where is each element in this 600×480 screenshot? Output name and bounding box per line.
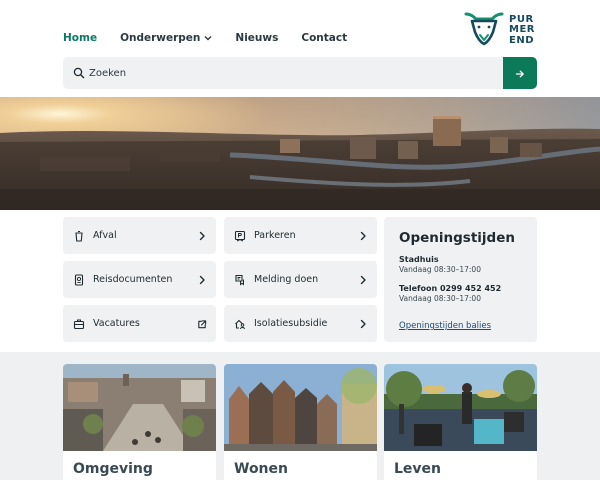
card-omgeving[interactable]: Omgeving: [63, 364, 216, 480]
bin-icon: [73, 230, 85, 242]
opening-hours-panel: Openingstijden Stadhuis Vandaag 08:30–17…: [384, 217, 537, 342]
card-leven-image: [384, 364, 537, 451]
parking-card-icon: [234, 230, 246, 242]
purmerend-logo[interactable]: PUR MER END: [463, 11, 535, 50]
quick-link-afval[interactable]: Afval: [63, 217, 216, 254]
cow-head-icon: [463, 11, 505, 50]
search-icon: [73, 67, 85, 79]
chevron-right-icon: [197, 231, 207, 241]
report-icon: [234, 274, 246, 286]
search-input[interactable]: [89, 57, 503, 89]
opening-hours-link[interactable]: Openingstijden balies: [399, 321, 491, 331]
search-submit-button[interactable]: [503, 57, 537, 89]
quick-link-melding-doen[interactable]: Melding doen: [224, 261, 377, 298]
nav-contact[interactable]: Contact: [301, 32, 347, 44]
quick-link-vacatures[interactable]: Vacatures: [63, 305, 216, 342]
quick-link-parkeren[interactable]: Parkeren: [224, 217, 377, 254]
telefoon-hours: Telefoon 0299 452 452 Vandaag 08:30–17:0…: [399, 284, 502, 303]
chevron-right-icon: [358, 275, 368, 285]
stadhuis-hours: Stadhuis Vandaag 08:30–17:00: [399, 255, 481, 274]
external-link-icon: [197, 319, 207, 329]
chevron-right-icon: [358, 231, 368, 241]
house-person-icon: [234, 318, 246, 330]
chevron-right-icon: [197, 275, 207, 285]
nav-onderwerpen[interactable]: Onderwerpen: [120, 32, 212, 44]
arrow-right-icon: [515, 64, 525, 83]
card-omgeving-image: [63, 364, 216, 451]
quick-link-isolatiesubsidie[interactable]: Isolatiesubsidie: [224, 305, 377, 342]
briefcase-icon: [73, 318, 85, 330]
nav-home[interactable]: Home: [63, 32, 97, 44]
passport-icon: [73, 273, 85, 286]
main-nav: Home Onderwerpen Nieuws Contact: [63, 32, 370, 44]
opening-hours-title: Openingstijden: [399, 230, 515, 246]
card-wonen[interactable]: Wonen: [224, 364, 377, 480]
nav-nieuws[interactable]: Nieuws: [235, 32, 278, 44]
search-bar: [63, 57, 537, 89]
quick-link-reisdocumenten[interactable]: Reisdocumenten: [63, 261, 216, 298]
chevron-right-icon: [358, 319, 368, 329]
card-leven[interactable]: Leven: [384, 364, 537, 480]
card-wonen-image: [224, 364, 377, 451]
chevron-down-icon: [204, 35, 212, 41]
hero-image: [0, 97, 600, 210]
logo-wordmark: PUR MER END: [509, 13, 535, 46]
